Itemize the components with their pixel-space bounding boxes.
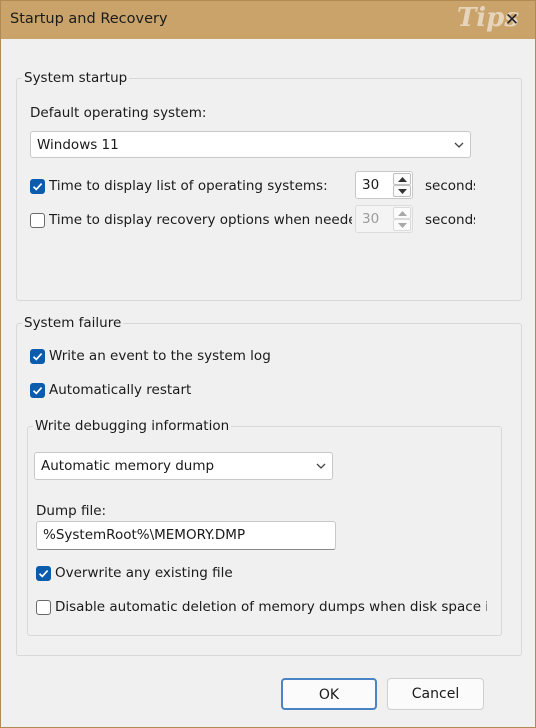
window-title: Startup and Recovery xyxy=(10,11,168,27)
display-recovery-spinner: 30 xyxy=(355,205,413,233)
arrow-up-icon xyxy=(398,211,407,216)
cancel-button[interactable]: Cancel xyxy=(387,678,484,710)
auto-restart-label[interactable]: Automatically restart xyxy=(49,382,191,398)
display-list-unit: seconds xyxy=(425,178,475,194)
dump-file-value: %SystemRoot%\MEMORY.DMP xyxy=(43,527,246,543)
ok-button[interactable]: OK xyxy=(281,678,377,710)
checkmark-icon xyxy=(32,387,43,395)
overwrite-label[interactable]: Overwrite any existing file xyxy=(55,565,233,581)
write-event-label[interactable]: Write an event to the system log xyxy=(49,348,271,364)
checkmark-icon xyxy=(32,183,43,191)
disable-auto-delete-label[interactable]: Disable automatic deletion of memory dum… xyxy=(55,599,487,615)
debug-info-label: Write debugging information xyxy=(33,418,232,434)
spin-down-button[interactable] xyxy=(393,185,411,197)
write-event-checkbox[interactable] xyxy=(30,349,45,364)
checkmark-icon xyxy=(32,353,43,361)
display-list-value: 30 xyxy=(362,177,380,193)
disable-auto-delete-checkbox[interactable] xyxy=(36,600,51,615)
display-recovery-unit: seconds xyxy=(425,212,475,228)
chevron-down-icon xyxy=(316,463,326,469)
dump-file-label: Dump file: xyxy=(36,503,107,519)
arrow-down-icon xyxy=(398,189,407,194)
chevron-down-icon xyxy=(454,142,464,148)
display-recovery-checkbox[interactable] xyxy=(30,213,45,228)
display-list-checkbox[interactable] xyxy=(30,179,45,194)
overwrite-checkbox[interactable] xyxy=(36,566,51,581)
spin-down-button xyxy=(393,219,411,231)
display-recovery-label[interactable]: Time to display recovery options when ne… xyxy=(49,212,352,228)
close-button[interactable]: ✕ xyxy=(497,5,527,35)
display-list-label[interactable]: Time to display list of operating system… xyxy=(49,178,328,194)
default-os-value: Windows 11 xyxy=(37,137,119,153)
dump-type-value: Automatic memory dump xyxy=(41,458,215,474)
dump-file-input[interactable]: %SystemRoot%\MEMORY.DMP xyxy=(36,521,336,550)
auto-restart-checkbox[interactable] xyxy=(30,383,45,398)
arrow-up-icon xyxy=(398,177,407,182)
arrow-down-icon xyxy=(398,223,407,228)
system-failure-label: System failure xyxy=(22,315,124,331)
dump-type-select[interactable]: Automatic memory dump xyxy=(34,452,333,480)
default-os-label: Default operating system: xyxy=(30,105,207,121)
checkmark-icon xyxy=(38,570,49,578)
close-icon: ✕ xyxy=(504,10,520,30)
display-list-spinner[interactable]: 30 xyxy=(355,171,413,199)
spin-up-button[interactable] xyxy=(393,173,411,185)
system-startup-label: System startup xyxy=(22,70,130,86)
spin-up-button xyxy=(393,207,411,219)
title-bar[interactable]: Startup and Recovery Tips ✕ xyxy=(1,1,535,39)
default-os-select[interactable]: Windows 11 xyxy=(30,131,471,158)
startup-recovery-dialog: Startup and Recovery Tips ✕ System start… xyxy=(0,0,536,728)
display-recovery-value: 30 xyxy=(362,211,380,227)
